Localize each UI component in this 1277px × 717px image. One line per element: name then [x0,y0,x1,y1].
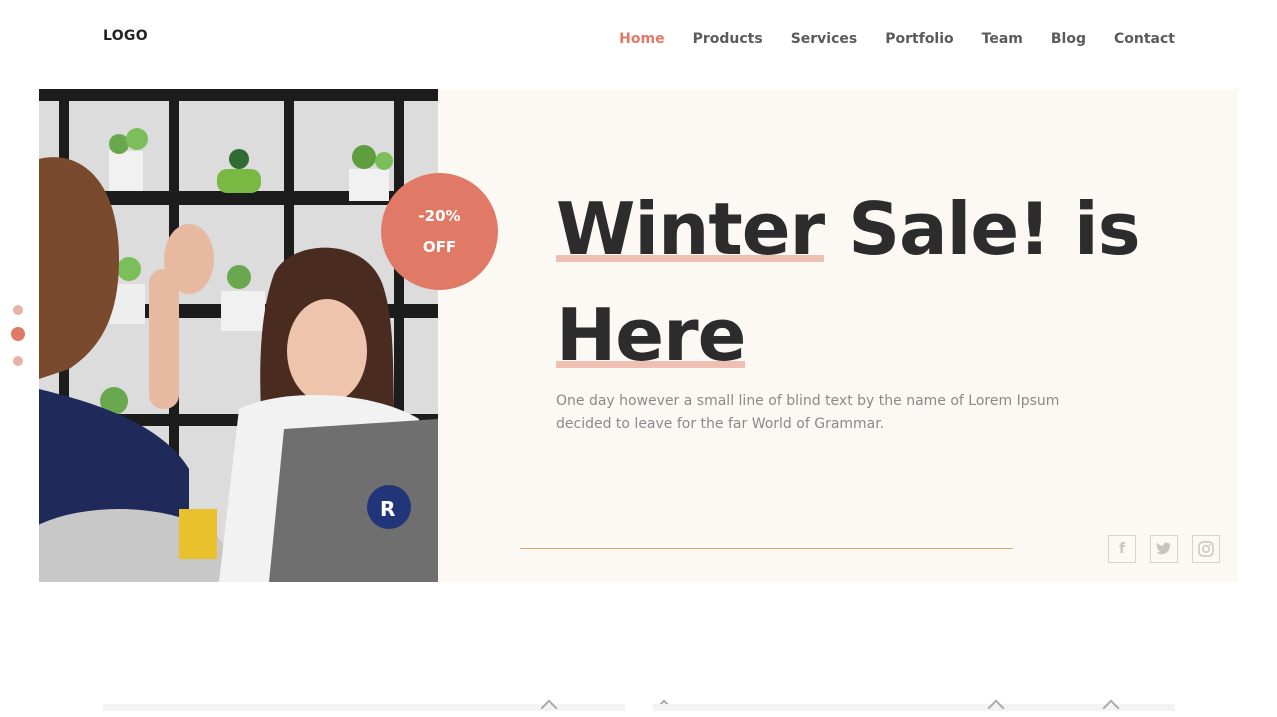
slider-dot-1[interactable] [13,305,23,315]
main-nav: Home Products Services Portfolio Team Bl… [591,29,1175,49]
product-card-right[interactable] [653,699,1175,717]
hero-photo: R [39,89,438,582]
chevron-left-icon [987,699,1005,717]
chevron-right-icon [1102,699,1120,717]
hero-photo-illustration: R [39,89,438,582]
nav-team[interactable]: Team [982,29,1023,49]
hero-title-word-winter: Winter [556,176,825,282]
twitter-icon[interactable] [1150,535,1178,563]
hero-description: One day however a small line of blind te… [556,393,1060,432]
product-card-left[interactable] [103,699,673,717]
slider-dot-2[interactable] [11,327,25,341]
nav-portfolio[interactable]: Portfolio [885,29,953,49]
chevron-left-icon [540,699,558,717]
nav-contact[interactable]: Contact [1114,29,1175,49]
hero-title-word-sale: Sale! is [848,187,1140,271]
nav-products[interactable]: Products [693,29,763,49]
nav-services[interactable]: Services [791,29,858,49]
nav-home[interactable]: Home [619,29,664,49]
instagram-icon[interactable] [1192,535,1220,563]
slider-dot-3[interactable] [13,356,23,366]
logo[interactable]: LOGO [103,28,148,44]
facebook-icon[interactable]: f [1108,535,1136,563]
hero-title-word-here: Here [556,282,746,388]
discount-percent: -20% [418,206,461,225]
nav-blog[interactable]: Blog [1051,29,1086,49]
discount-badge[interactable]: -20% OFF [381,173,498,290]
hero-banner: R -20% OFF Winter Sale! is Here One day … [39,89,1238,582]
svg-text:R: R [380,497,395,521]
hero-title: Winter Sale! is Here [556,176,1236,388]
hero-divider-line [520,548,1013,549]
discount-off-label: OFF [422,237,457,256]
